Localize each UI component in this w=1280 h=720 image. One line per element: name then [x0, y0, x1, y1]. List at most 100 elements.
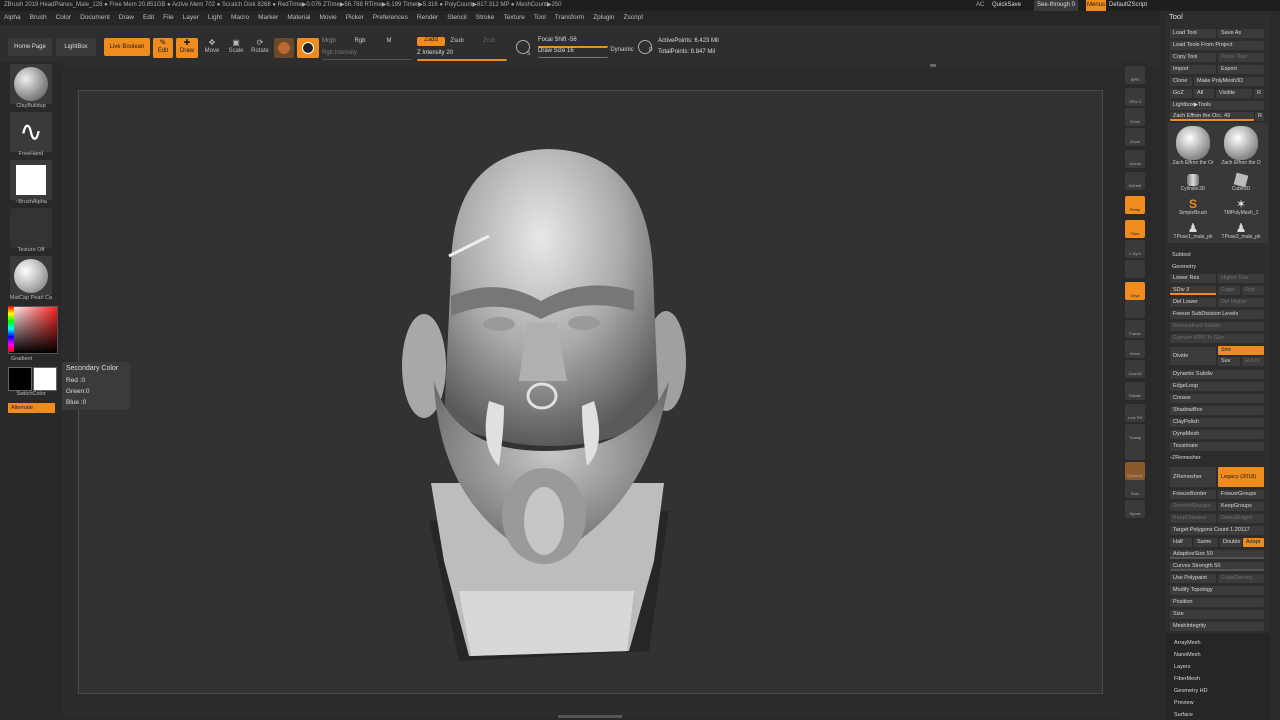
mesh-integrity-section[interactable]: MeshIntegrity [1170, 622, 1264, 631]
menu-stencil[interactable]: Stencil [447, 14, 467, 21]
shelf-actual-button[interactable]: Actual [1125, 150, 1145, 168]
zadd-button[interactable]: Zadd [417, 37, 445, 46]
menu-light[interactable]: Light [208, 14, 222, 21]
menu-zplugin[interactable]: Zplugin [593, 14, 614, 21]
live-boolean-button[interactable]: Live Boolean [104, 38, 150, 56]
goz-visible-button[interactable]: Visible [1216, 89, 1252, 98]
default-zscript-button[interactable]: DefaultZScript [1109, 0, 1147, 11]
draw-size-icon[interactable]: D [638, 40, 653, 54]
zsub-button[interactable]: Zsub [448, 38, 466, 47]
ac-button[interactable]: AC [976, 0, 984, 11]
draw-button[interactable]: ✚ Draw [176, 38, 198, 58]
tool-thumb-5[interactable]: ✶ TMPolyMesh_1 [1218, 197, 1264, 219]
dynamic-subdiv-section[interactable]: Dynamic Subdiv [1170, 370, 1264, 379]
shelf-zoomd-button[interactable]: ZoomD [1125, 360, 1145, 378]
shelf-line-fill-polyf-button[interactable]: Line Fill PolyF [1125, 404, 1145, 448]
menu-brush[interactable]: Brush [30, 14, 47, 21]
smt-button[interactable]: Smt [1218, 346, 1264, 355]
section-preview[interactable]: Preview [1174, 699, 1194, 708]
double-button[interactable]: Double [1220, 538, 1242, 547]
lightbox-tools-button[interactable]: Lightbox▶Tools [1170, 101, 1264, 110]
goz-button[interactable]: GoZ [1170, 89, 1192, 98]
secondary-color-swatch[interactable] [33, 367, 57, 391]
tessimate-section[interactable]: Tessimate [1170, 442, 1264, 451]
shelf-rotate-button[interactable]: Rotate [1125, 382, 1145, 400]
menu-draw[interactable]: Draw [119, 14, 134, 21]
curves-strength-slider[interactable]: Curves Strength 50 [1170, 562, 1264, 571]
clone-button[interactable]: Clone [1170, 77, 1192, 86]
section-layers[interactable]: Layers [1174, 663, 1191, 672]
del-lower-button[interactable]: Del Lower [1170, 298, 1216, 307]
lower-res-button[interactable]: Lower Res [1170, 274, 1216, 283]
menu-texture[interactable]: Texture [504, 14, 525, 21]
see-through-slider[interactable]: See-through 0 [1034, 0, 1078, 11]
zremesher-button[interactable]: ZRemesher [1170, 467, 1216, 487]
menu-zscript[interactable]: Zscript [624, 14, 644, 21]
paste-tool-button[interactable]: Paste Tool [1218, 53, 1264, 62]
menu-color[interactable]: Color [56, 14, 72, 21]
zremesher-section[interactable]: •ZRemesher [1170, 454, 1201, 463]
shelf-aahalf-button[interactable]: AAHalf [1125, 172, 1145, 190]
tool-thumb-2[interactable]: Cylinder3D [1170, 173, 1216, 195]
menu-marker[interactable]: Marker [258, 14, 278, 21]
menu-file[interactable]: File [163, 14, 173, 21]
legacy-button[interactable]: Legacy (2018) [1218, 467, 1264, 487]
shelf-blank-button[interactable] [1125, 442, 1145, 460]
scale-button[interactable]: ▣ Scale [226, 38, 246, 58]
section-nanomesh[interactable]: NanoMesh [1174, 651, 1201, 660]
keep-creases-button[interactable]: KeepCreases [1170, 514, 1216, 523]
detect-edges-button[interactable]: DetectEdges [1218, 514, 1264, 523]
material-selector[interactable] [10, 256, 52, 296]
shelf-xpose-button[interactable]: Xpose [1125, 500, 1145, 518]
focal-shift-slider[interactable]: Focal Shift -56 [538, 37, 608, 48]
load-tools-from-project-button[interactable]: Load Tools From Project [1170, 41, 1264, 50]
menu-picker[interactable]: Picker [346, 14, 364, 21]
alternate-button[interactable]: Alternate [8, 403, 55, 413]
position-section[interactable]: Position [1170, 598, 1264, 607]
tool-thumb-4[interactable]: S SimpleBrush [1170, 197, 1216, 219]
alpha-selector[interactable] [10, 160, 52, 200]
menu-stroke[interactable]: Stroke [476, 14, 495, 21]
move-button[interactable]: ✥ Move [202, 38, 222, 58]
freeze-border-button[interactable]: FreezeBorder [1170, 490, 1216, 499]
use-polypaint-button[interactable]: Use Polypaint [1170, 574, 1216, 583]
smooth-groups-button[interactable]: SmoothGroups [1170, 502, 1216, 511]
rstr-button[interactable]: Rstr [1242, 286, 1264, 295]
dynamic-button[interactable]: Dynamic [610, 47, 634, 56]
menu-document[interactable]: Document [80, 14, 110, 21]
menu-transform[interactable]: Transform [555, 14, 584, 21]
menu-material[interactable]: Material [287, 14, 310, 21]
subtool-section[interactable]: Subtool [1172, 251, 1191, 260]
export-button[interactable]: Export [1218, 65, 1264, 74]
claypolish-section[interactable]: ClayPolish [1170, 418, 1264, 427]
menu-layer[interactable]: Layer [183, 14, 199, 21]
mrgb-button[interactable]: Mrgb [322, 38, 340, 47]
material-color-swatch[interactable] [274, 38, 294, 58]
target-polygons-slider[interactable]: Target Polygons Count 1.20117 [1170, 526, 1264, 535]
shelf-persp-button[interactable]: Persp [1125, 196, 1145, 214]
make-polymesh-button[interactable]: Make PolyMesh3D [1194, 77, 1264, 86]
shelf-scroll-button[interactable]: Scroll [1125, 108, 1145, 126]
primary-color-swatch[interactable] [8, 367, 32, 391]
draw-size-slider[interactable]: Draw Size 16 [538, 48, 608, 58]
sdiv-slider[interactable]: SDiv 3 [1170, 286, 1216, 295]
menu-edit[interactable]: Edit [143, 14, 154, 21]
lightbox-button[interactable]: LightBox [56, 38, 96, 56]
m-button[interactable]: M [384, 38, 394, 47]
shelf-floor-button[interactable]: Floor [1125, 220, 1145, 238]
home-page-button[interactable]: Home Page [8, 38, 52, 56]
shelf-dynamic-button[interactable]: Dynamic [1125, 462, 1145, 480]
top-scroll-handle[interactable] [930, 64, 936, 67]
tool-thumb-0[interactable]: Zach Effron the Or [1170, 125, 1216, 171]
zcut-button[interactable]: Zcut [480, 38, 498, 47]
reuv-button[interactable]: ReUV [1242, 357, 1264, 366]
document-canvas[interactable] [78, 90, 1103, 694]
current-tool-r-button[interactable]: R [1255, 112, 1264, 121]
menu-alpha[interactable]: Alpha [4, 14, 21, 21]
divide-button[interactable]: Divide [1170, 347, 1216, 365]
quicksave-button[interactable]: QuickSave [992, 0, 1021, 11]
section-arraymesh[interactable]: ArrayMesh [1174, 639, 1201, 648]
goz-r-button[interactable]: R [1254, 89, 1264, 98]
shelf-l-sym-button[interactable]: L.Sym [1125, 240, 1145, 258]
size-section[interactable]: Size [1170, 610, 1264, 619]
